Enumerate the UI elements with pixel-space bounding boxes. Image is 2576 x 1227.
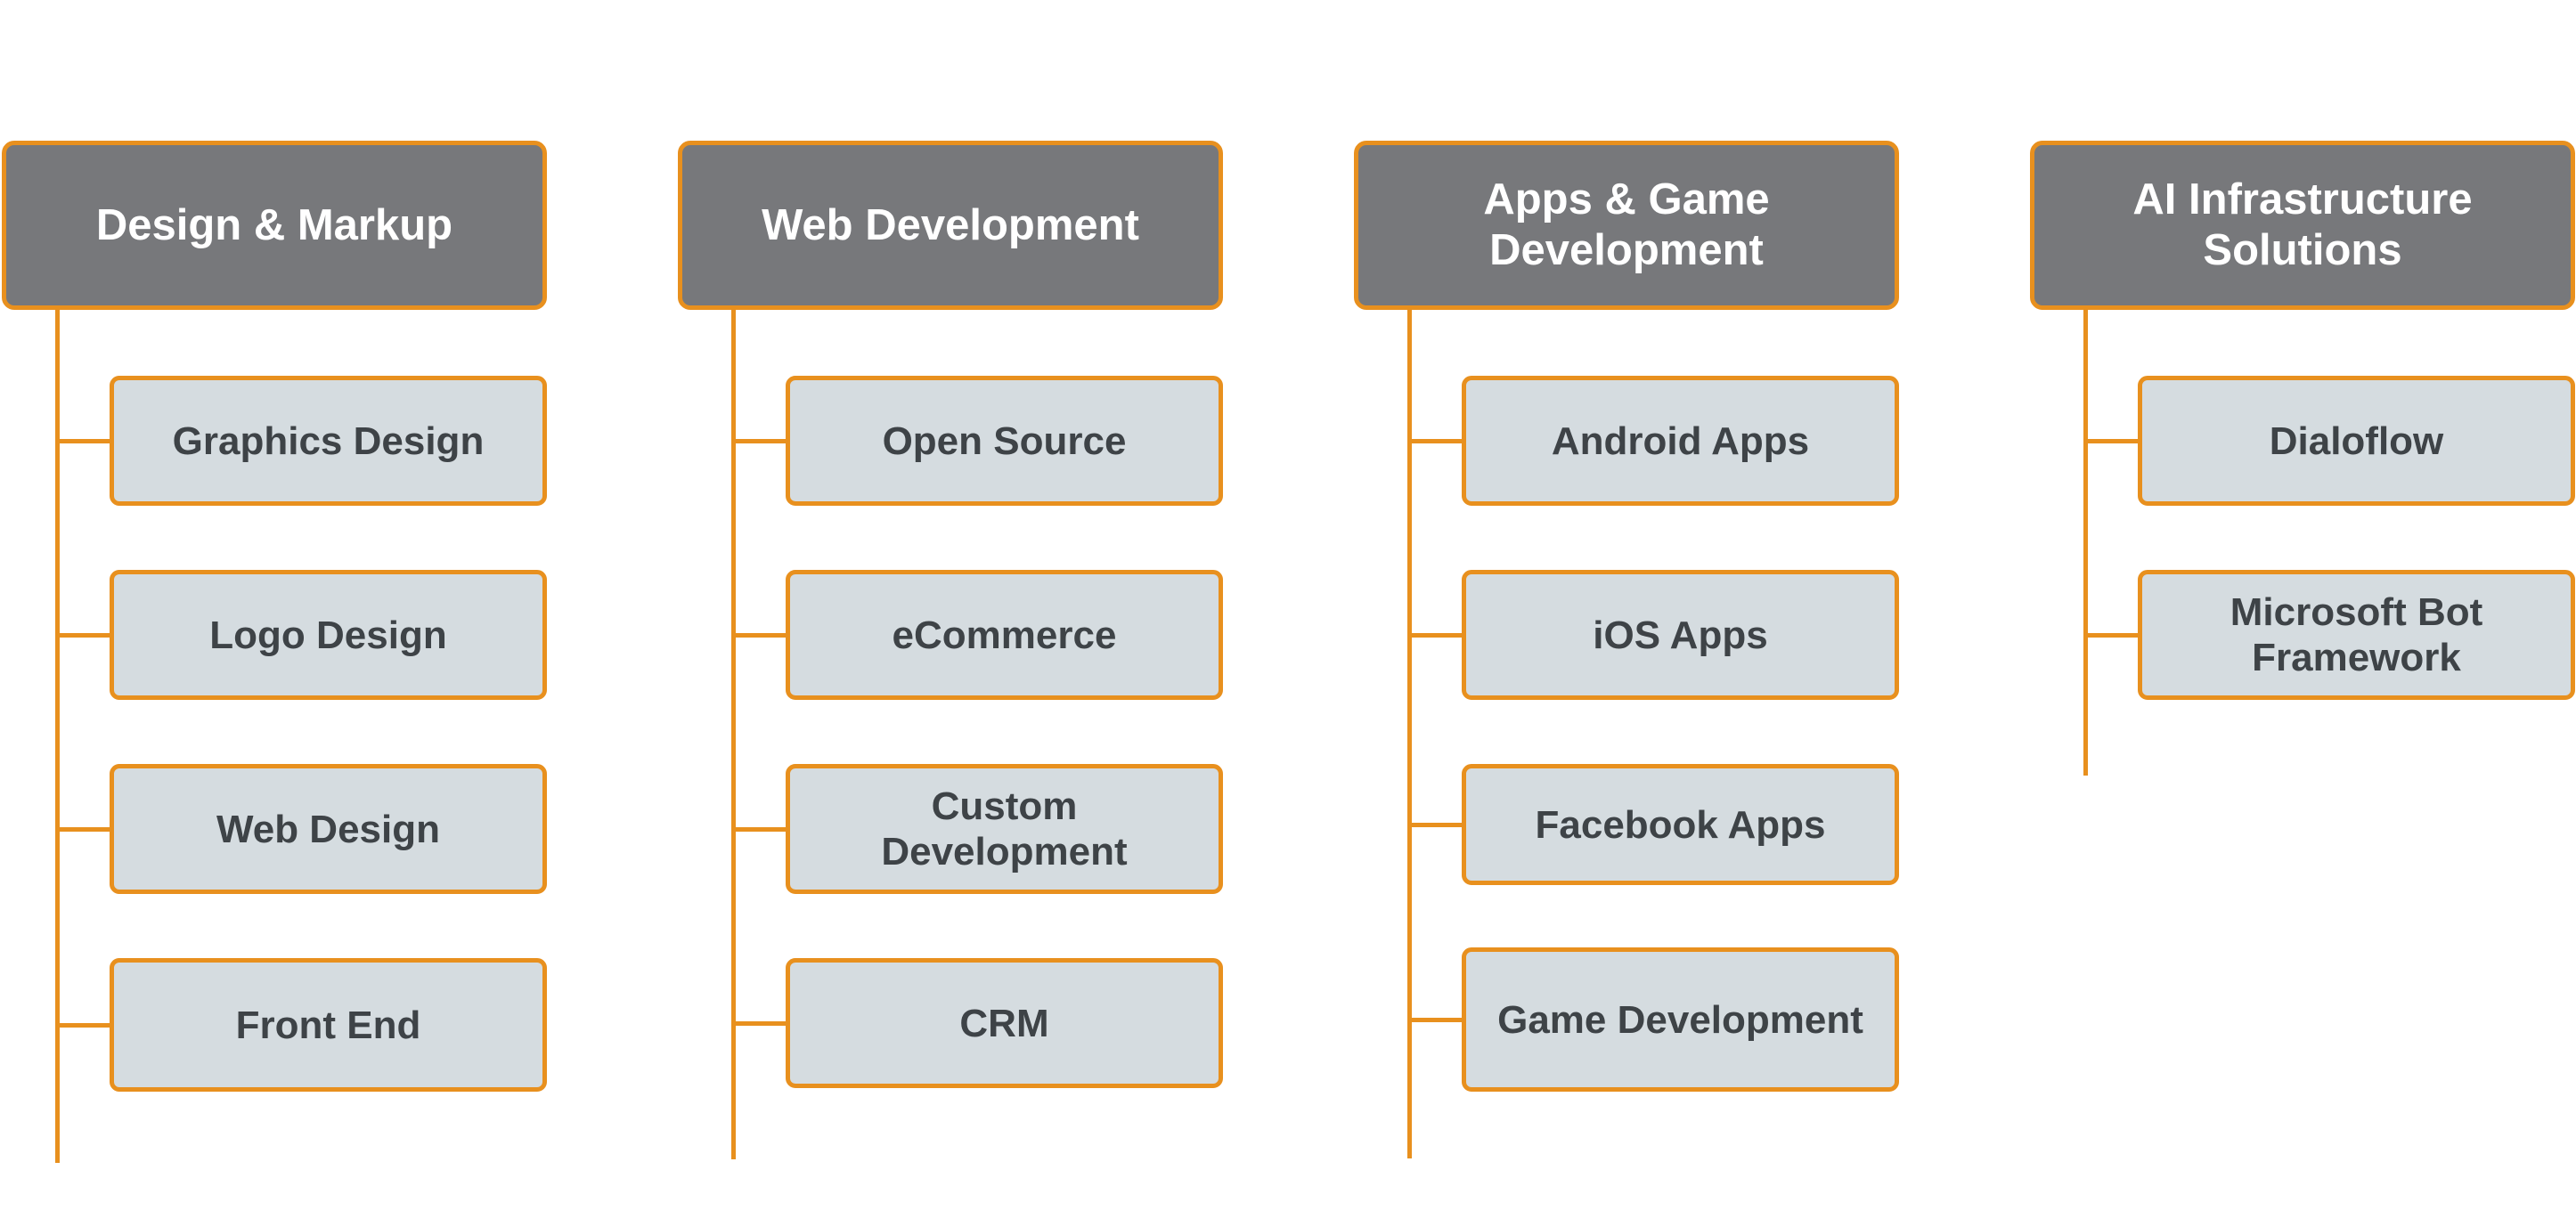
item-label: Logo Design <box>209 613 447 657</box>
service-hierarchy-diagram: Design & Markup Graphics Design Logo Des… <box>0 0 2576 1227</box>
item-label: eCommerce <box>892 613 1117 657</box>
item-label: Android Apps <box>1551 418 1810 463</box>
item-label: Microsoft Bot Framework <box>2230 590 2483 679</box>
category-column-apps-game-development: Apps & Game Development Android Apps iOS… <box>1354 141 1899 1158</box>
category-item: Graphics Design <box>57 376 547 506</box>
category-item: Web Design <box>57 764 547 894</box>
category-column-ai-infrastructure: AI Infrastructure Solutions Dialoflow Mi… <box>2030 141 2575 1093</box>
category-column-design-markup: Design & Markup Graphics Design Logo Des… <box>2 141 547 1163</box>
category-item: Microsoft Bot Framework <box>2085 570 2575 700</box>
category-item: Game Development <box>1409 947 1899 1092</box>
category-item: CRM <box>733 958 1223 1088</box>
category-item: eCommerce <box>733 570 1223 700</box>
item-label: Open Source <box>882 418 1127 463</box>
item-label: Graphics Design <box>172 418 485 463</box>
category-column-web-development: Web Development Open Source eCommerce Cu… <box>678 141 1223 1159</box>
item-label: Front End <box>235 1003 421 1047</box>
item-label: Dialoflow <box>2269 418 2444 463</box>
category-item: Custom Development <box>733 764 1223 894</box>
category-item: Dialoflow <box>2085 376 2575 506</box>
item-label: iOS Apps <box>1593 613 1768 657</box>
category-item: iOS Apps <box>1409 570 1899 700</box>
item-label: Custom Development <box>881 784 1128 874</box>
category-item: Open Source <box>733 376 1223 506</box>
item-label: Game Development <box>1497 997 1863 1042</box>
category-item: Facebook Apps <box>1409 764 1899 885</box>
category-item: Android Apps <box>1409 376 1899 506</box>
item-label: Facebook Apps <box>1535 802 1826 847</box>
item-label: Web Design <box>216 807 440 851</box>
category-item: Logo Design <box>57 570 547 700</box>
category-item: Front End <box>57 958 547 1092</box>
item-label: CRM <box>959 1001 1049 1045</box>
